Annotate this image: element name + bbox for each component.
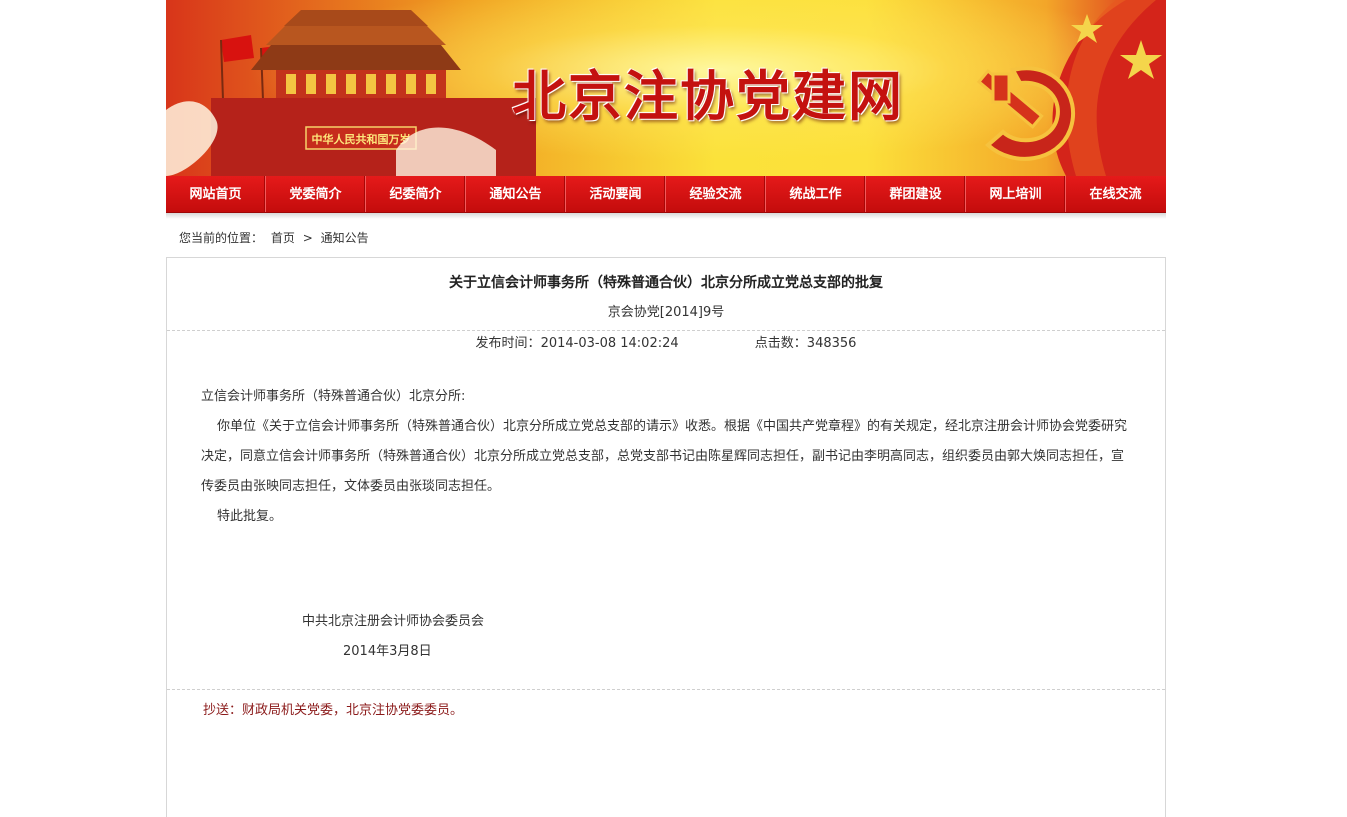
nav-item-experience[interactable]: 经验交流	[666, 176, 766, 212]
breadcrumb-home-link[interactable]: 首页	[271, 231, 295, 245]
article-paragraph: 你单位《关于立信会计师事务所（特殊普通合伙）北京分所成立党总支部的请示》收悉。根…	[201, 419, 1128, 494]
nav-item-united-front[interactable]: 统战工作	[766, 176, 866, 212]
article-container: 关于立信会计师事务所（特殊普通合伙）北京分所成立党总支部的批复 京会协党[201…	[166, 257, 1166, 817]
publish-label: 发布时间：	[475, 336, 541, 351]
publish-time: 2014-03-08 14:02:24	[540, 336, 679, 351]
nav-item-online-training[interactable]: 网上培训	[966, 176, 1066, 212]
signature-date: 2014年3月8日	[343, 644, 432, 659]
article-body: 立信会计师事务所（特殊普通合伙）北京分所: 你单位《关于立信会计师事务所（特殊普…	[167, 382, 1165, 532]
nav-item-discipline-committee[interactable]: 纪委简介	[366, 176, 466, 212]
nav-item-mass-groups[interactable]: 群团建设	[866, 176, 966, 212]
divider	[167, 330, 1165, 331]
nav-shadow	[166, 213, 1166, 219]
breadcrumb: 您当前的位置： 首页 > 通知公告	[166, 223, 1166, 253]
tiananmen-gate-image: 中华人民共和国万岁	[166, 10, 536, 176]
signature-org: 中共北京注册会计师协会委员会	[302, 614, 485, 629]
article-meta: 发布时间：2014-03-08 14:02:24 点击数：348356	[167, 334, 1165, 354]
salutation: 立信会计师事务所（特殊普通合伙）北京分所:	[201, 389, 466, 404]
breadcrumb-prefix: 您当前的位置：	[179, 231, 264, 245]
nav-item-notices[interactable]: 通知公告	[466, 176, 566, 212]
signature-block: 中共北京注册会计师协会委员会 2014年3月8日	[167, 607, 1165, 667]
breadcrumb-separator: >	[302, 231, 313, 245]
nav-item-party-committee[interactable]: 党委简介	[266, 176, 366, 212]
hits-count: 348356	[806, 336, 857, 351]
article-title: 关于立信会计师事务所（特殊普通合伙）北京分所成立党总支部的批复	[449, 275, 883, 291]
document-number: 京会协党[2014]9号	[607, 305, 725, 320]
svg-text:中华人民共和国万岁: 中华人民共和国万岁	[312, 132, 411, 146]
nav-item-online-exchange[interactable]: 在线交流	[1066, 176, 1165, 212]
cc-line: 抄送：财政局机关党委，北京注协党委委员。	[203, 703, 464, 718]
breadcrumb-current-link[interactable]: 通知公告	[321, 231, 369, 245]
party-emblem-image	[976, 66, 1076, 161]
header-banner: 中华人民共和国万岁 北京注协党建网	[166, 0, 1166, 176]
hits-label: 点击数：	[754, 336, 807, 351]
nav-item-activities[interactable]: 活动要闻	[566, 176, 666, 212]
main-nav: 网站首页 党委简介 纪委简介 通知公告 活动要闻 经验交流 统战工作 群团建设 …	[166, 176, 1166, 213]
nav-item-home[interactable]: 网站首页	[166, 176, 266, 212]
closing-line: 特此批复。	[217, 509, 283, 524]
site-title: 北京注协党建网	[512, 64, 904, 128]
